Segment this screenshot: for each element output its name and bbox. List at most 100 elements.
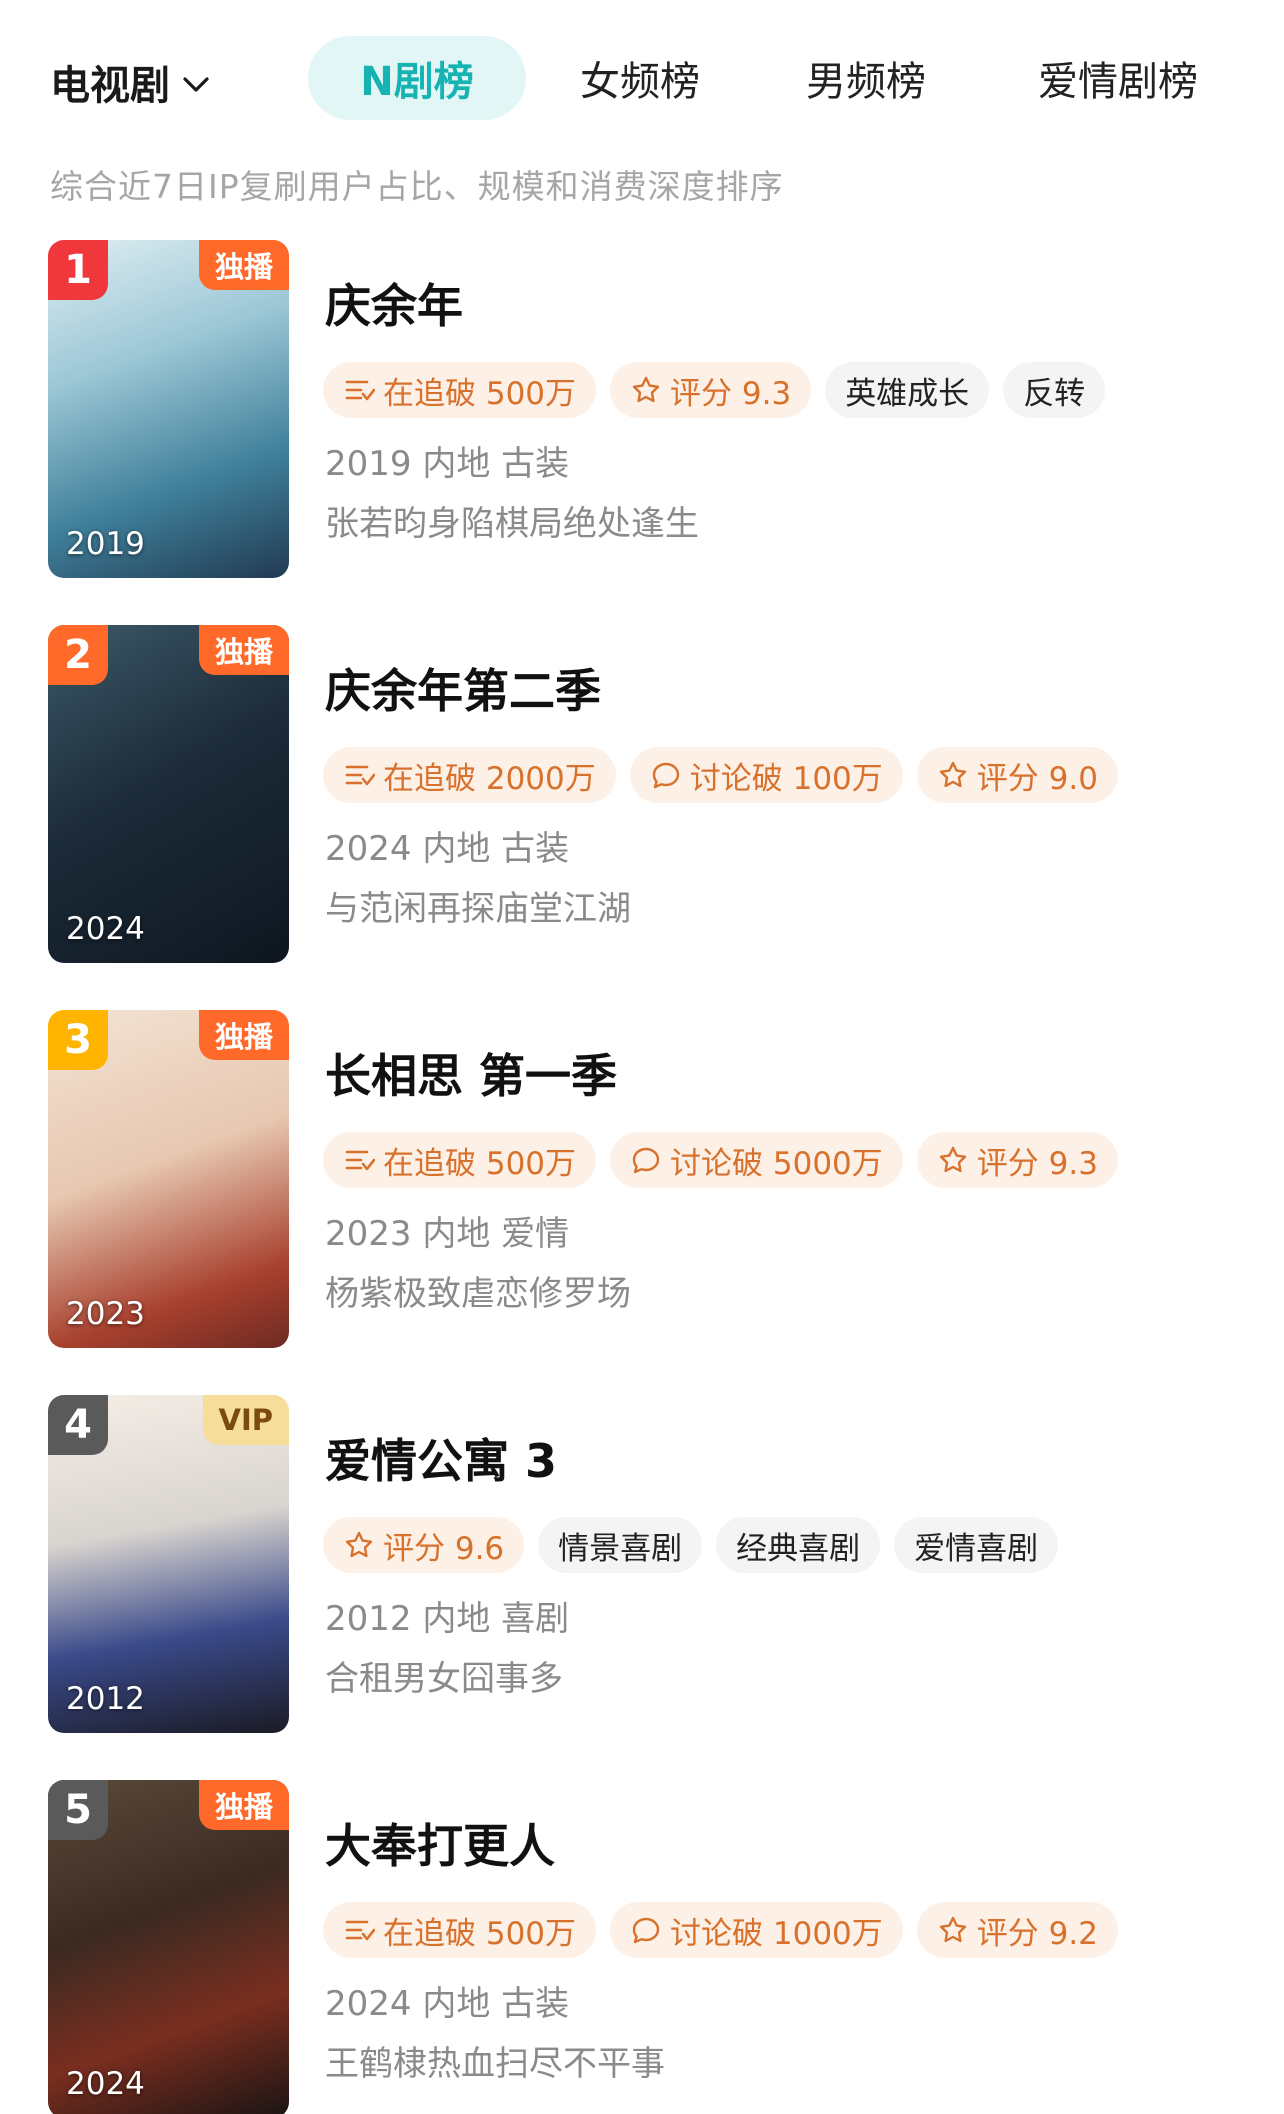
tag-text: 英雄成长 xyxy=(845,375,970,412)
show-meta: 2012 内地 喜剧 xyxy=(325,1599,570,1639)
tag-chip: 评分 9.3 xyxy=(610,362,812,418)
tag-text: 在追破 500万 xyxy=(383,375,577,412)
chat-icon xyxy=(630,1914,662,1946)
tag-row: 在追破 500万 讨论破 1000万 评分 9.2 xyxy=(323,1902,1118,1958)
tag-chip: 在追破 500万 xyxy=(323,1132,597,1188)
ranking-description: 综合近7日IP复刷用户占比、规模和消费深度排序 xyxy=(50,167,784,206)
show-description: 杨紫极致虐恋修罗场 xyxy=(325,1274,631,1314)
tag-chip: 在追破 500万 xyxy=(323,362,597,418)
tag-chip: 讨论破 1000万 xyxy=(610,1902,903,1958)
tag-text: 讨论破 100万 xyxy=(689,760,883,797)
show-title[interactable]: 长相思 第一季 xyxy=(325,1040,617,1106)
tag-chip: 在追破 2000万 xyxy=(323,747,616,803)
tag-chip: 英雄成长 xyxy=(825,362,990,418)
top-tab-bar: 电视剧 N剧榜 女频榜 男频榜 爱情剧榜 xyxy=(0,0,1284,160)
show-meta: 2024 内地 古装 xyxy=(325,1984,570,2024)
list-icon xyxy=(343,1144,376,1176)
tag-chip: 讨论破 100万 xyxy=(629,747,903,803)
list-item[interactable]: 5 独播 2024 大奉打更人在追破 500万 讨论破 1000万 评分 9.2 2024 … xyxy=(0,1780,1284,2114)
tag-row: 在追破 500万 讨论破 5000万 评分 9.3 xyxy=(323,1132,1118,1188)
tag-chip: 评分 9.3 xyxy=(916,1132,1118,1188)
tag-chip: 经典喜剧 xyxy=(716,1517,881,1573)
tag-text: 情景喜剧 xyxy=(558,1530,683,1567)
exclusive-badge: 独播 xyxy=(198,1010,289,1060)
tag-chip: 反转 xyxy=(1003,362,1106,418)
tag-row: 评分 9.6 情景喜剧 经典喜剧 爱情喜剧 xyxy=(323,1517,1059,1573)
tag-text: 评分 9.3 xyxy=(670,375,792,412)
poster-year: 2023 xyxy=(66,1296,145,1332)
tag-chip: 评分 9.0 xyxy=(916,747,1118,803)
tab-female-rank[interactable]: 女频榜 xyxy=(560,36,720,120)
exclusive-badge: 独播 xyxy=(198,240,289,290)
list-icon xyxy=(343,759,376,791)
poster-image[interactable]: 4 VIP 2012 xyxy=(48,1395,289,1733)
tag-chip: 评分 9.6 xyxy=(323,1517,525,1573)
show-description: 与范闲再探庙堂江湖 xyxy=(325,889,631,929)
star-icon xyxy=(937,1144,969,1176)
tag-text: 在追破 2000万 xyxy=(383,760,596,797)
chat-icon xyxy=(650,759,682,791)
rank-badge: 2 xyxy=(48,625,108,685)
tag-text: 在追破 500万 xyxy=(383,1145,577,1182)
tag-text: 讨论破 1000万 xyxy=(670,1915,883,1952)
category-label: 电视剧 xyxy=(50,63,170,109)
star-icon xyxy=(937,1914,969,1946)
poster-image[interactable]: 2 独播 2024 xyxy=(48,625,289,963)
tag-text: 评分 9.6 xyxy=(383,1530,505,1567)
show-title[interactable]: 庆余年第二季 xyxy=(325,655,601,721)
star-icon xyxy=(343,1529,375,1561)
tab-male-rank[interactable]: 男频榜 xyxy=(786,36,946,120)
show-description: 王鹤棣热血扫尽不平事 xyxy=(325,2044,665,2084)
poster-year: 2012 xyxy=(66,1681,145,1717)
exclusive-badge: VIP xyxy=(202,1395,289,1445)
rank-badge: 3 xyxy=(48,1010,108,1070)
rank-badge: 1 xyxy=(48,240,108,300)
show-title[interactable]: 大奉打更人 xyxy=(325,1810,555,1876)
poster-year: 2019 xyxy=(66,526,145,562)
rank-badge: 5 xyxy=(48,1780,108,1840)
exclusive-badge: 独播 xyxy=(198,1780,289,1830)
tab-n-rank[interactable]: N剧榜 xyxy=(308,36,526,120)
tag-text: 评分 9.3 xyxy=(976,1145,1098,1182)
star-icon xyxy=(937,759,969,791)
list-icon xyxy=(343,1914,376,1946)
exclusive-badge: 独播 xyxy=(198,625,289,675)
tag-text: 评分 9.0 xyxy=(976,760,1098,797)
chevron-down-icon xyxy=(182,59,210,105)
list-item[interactable]: 4 VIP 2012 爱情公寓 3 评分 9.6 情景喜剧 经典喜剧 爱情喜剧 2012 内地 … xyxy=(0,1395,1284,1735)
tag-text: 在追破 500万 xyxy=(383,1915,577,1952)
poster-year: 2024 xyxy=(66,2066,145,2102)
show-meta: 2024 内地 古装 xyxy=(325,829,570,869)
rank-badge: 4 xyxy=(48,1395,108,1455)
tag-row: 在追破 500万 评分 9.3 英雄成长 反转 xyxy=(323,362,1106,418)
list-item[interactable]: 3 独播 2023 长相思 第一季在追破 500万 讨论破 5000万 评分 9.3 202… xyxy=(0,1010,1284,1350)
tag-text: 爱情喜剧 xyxy=(914,1530,1039,1567)
category-dropdown[interactable]: 电视剧 xyxy=(50,52,210,112)
poster-year: 2024 xyxy=(66,911,145,947)
list-icon xyxy=(343,374,376,406)
tag-row: 在追破 2000万 讨论破 100万 评分 9.0 xyxy=(323,747,1118,803)
poster-image[interactable]: 5 独播 2024 xyxy=(48,1780,289,2114)
list-item[interactable]: 2 独播 2024 庆余年第二季在追破 2000万 讨论破 100万 评分 9.0 2024… xyxy=(0,625,1284,965)
show-meta: 2019 内地 古装 xyxy=(325,444,570,484)
tag-chip: 爱情喜剧 xyxy=(894,1517,1059,1573)
tab-romance-rank[interactable]: 爱情剧榜 xyxy=(1018,36,1218,120)
show-description: 张若昀身陷棋局绝处逢生 xyxy=(325,504,699,544)
tag-text: 经典喜剧 xyxy=(736,1530,861,1567)
tag-text: 讨论破 5000万 xyxy=(670,1145,883,1182)
poster-image[interactable]: 1 独播 2019 xyxy=(48,240,289,578)
tag-chip: 讨论破 5000万 xyxy=(610,1132,903,1188)
tag-text: 反转 xyxy=(1023,375,1086,412)
tag-chip: 情景喜剧 xyxy=(538,1517,703,1573)
tag-chip: 评分 9.2 xyxy=(916,1902,1118,1958)
tag-text: 评分 9.2 xyxy=(976,1915,1098,1952)
chat-icon xyxy=(630,1144,662,1176)
show-description: 合租男女囧事多 xyxy=(325,1659,563,1699)
show-title[interactable]: 爱情公寓 3 xyxy=(325,1425,557,1491)
show-title[interactable]: 庆余年 xyxy=(325,270,463,336)
list-item[interactable]: 1 独播 2019 庆余年在追破 500万 评分 9.3 英雄成长 反转 2019 内地 古装… xyxy=(0,240,1284,580)
star-icon xyxy=(630,374,662,406)
show-meta: 2023 内地 爱情 xyxy=(325,1214,570,1254)
poster-image[interactable]: 3 独播 2023 xyxy=(48,1010,289,1348)
tag-chip: 在追破 500万 xyxy=(323,1902,597,1958)
